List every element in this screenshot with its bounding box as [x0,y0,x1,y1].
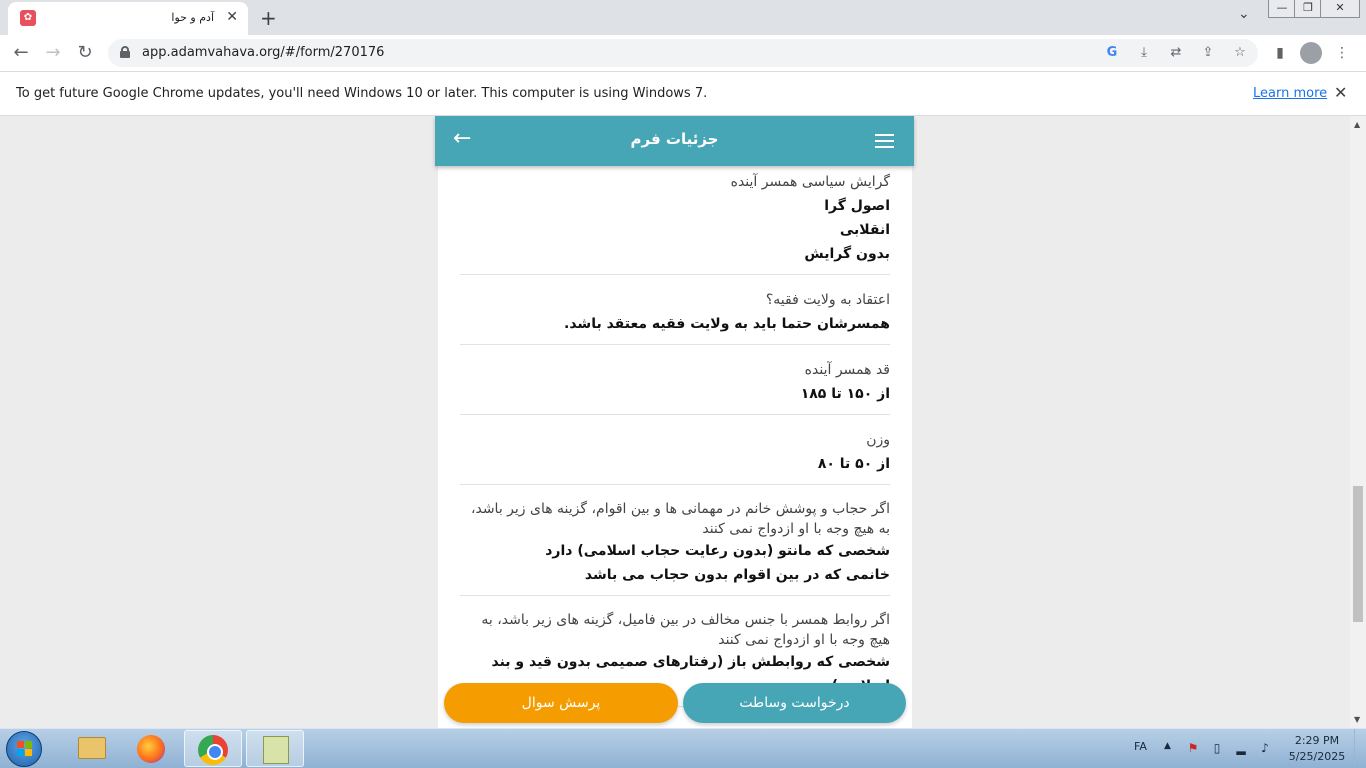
field-label: قد همسر آینده [804,362,890,378]
scroll-down-icon[interactable]: ▼ [1354,715,1360,724]
bookmark-star-icon[interactable]: ☆ [1230,43,1250,63]
windows-taskbar: FA ▲ ⚑ ▯ ▂ ♪ 2:29 PM 5/25/2025 [0,728,1366,768]
browser-tab[interactable]: ✿ آدم و حوا ✕ [8,2,248,35]
language-indicator[interactable]: FA [1134,740,1147,753]
field-value: همسرشان حتما باید به ولایت فقیه معتقد با… [564,316,890,332]
taskbar-explorer[interactable] [62,730,120,767]
reload-icon[interactable]: ↻ [72,40,98,66]
system-clock[interactable]: 2:29 PM 5/25/2025 [1284,733,1350,765]
browser-toolbar: ← → ↻ app.adamvahava.org/#/form/270176 G… [0,35,1366,71]
minimize-button[interactable]: — [1268,0,1296,18]
field-value: انقلابی [839,222,890,238]
field-label: وزن [866,432,890,448]
field-hijab: اگر حجاب و پوشش خانم در مهمانی ها و بین … [460,499,890,596]
field-label: اگر حجاب و پوشش خانم در مهمانی ها و بین … [470,501,890,537]
side-panel-icon[interactable]: ▮ [1268,41,1292,65]
clock-time: 2:29 PM [1294,734,1340,747]
address-bar[interactable]: app.adamvahava.org/#/form/270176 G ⤓ ⇄ ⇪… [108,39,1258,67]
field-height: قد همسر آینده از ۱۵۰ تا ۱۸۵ [460,359,890,415]
field-value: اصول گرا [824,198,890,214]
device-icon[interactable]: ▯ [1210,741,1224,755]
field-label: گرایش سیاسی همسر آینده [730,174,890,190]
google-lens-icon[interactable]: G [1102,43,1122,63]
field-label: اعتقاد به ولایت فقیه؟ [765,292,890,308]
tab-close-icon[interactable]: ✕ [226,9,238,25]
network-signal-icon[interactable]: ▂ [1234,741,1248,755]
hamburger-menu-icon[interactable] [875,134,894,148]
profile-avatar[interactable] [1300,42,1322,64]
learn-more-link[interactable]: Learn more [1253,86,1327,101]
field-value: از ۵۰ تا ۸۰ [817,456,890,472]
field-velayat-belief: اعتقاد به ولایت فقیه؟ همسرشان حتما باید … [460,289,890,345]
chrome-icon [198,735,228,765]
notepad-icon [263,736,289,764]
install-app-icon[interactable]: ⤓ [1134,43,1154,63]
start-button[interactable] [6,731,42,767]
field-value: خانمی که در بین اقوام بدون حجاب می باشد [584,567,890,583]
scroll-up-icon[interactable]: ▲ [1354,120,1360,129]
lock-icon[interactable] [120,46,130,58]
window-close-button[interactable]: ✕ [1320,0,1360,18]
field-political-orientation: گرایش سیاسی همسر آینده اصول گرا انقلابی … [460,171,890,275]
infobar-close-icon[interactable]: ✕ [1334,83,1347,102]
folder-icon [78,737,106,759]
url-text[interactable]: app.adamvahava.org/#/form/270176 [142,45,384,60]
taskbar-notes[interactable] [246,730,304,767]
taskbar-firefox[interactable] [122,730,180,767]
field-weight: وزن از ۵۰ تا ۸۰ [460,429,890,485]
forward-icon[interactable]: → [40,40,66,66]
windows-logo-icon [17,741,33,757]
update-infobar: To get future Google Chrome updates, you… [0,71,1366,116]
new-tab-button[interactable]: + [260,6,277,30]
translate-icon[interactable]: ⇄ [1166,43,1186,63]
back-icon[interactable]: ← [8,40,34,66]
tab-title: آدم و حوا [171,11,214,24]
field-value: بدون گرایش [804,246,890,262]
restore-button[interactable]: ❐ [1294,0,1322,18]
field-label: اگر روابط همسر با جنس مخالف در بین فامیل… [481,612,890,648]
ask-question-button[interactable]: پرسش سوال [444,683,678,723]
mediation-request-button[interactable]: درخواست وساطت [683,683,906,723]
browser-menu-icon[interactable]: ⋮ [1330,41,1354,65]
field-value: شخصی که مانتو (بدون رعایت حجاب اسلامی) د… [545,543,890,559]
tab-search-chevron-icon[interactable]: ⌄ [1238,6,1250,22]
browser-titlebar: ✿ آدم و حوا ✕ + ⌄ — ❐ ✕ [0,0,1366,35]
page-viewport: ← جزئیات فرم گرایش سیاسی همسر آینده اصول… [0,116,1350,728]
site-favicon-icon: ✿ [20,10,36,26]
clock-date: 5/25/2025 [1288,750,1346,763]
page-scrollbar[interactable]: ▲ ▼ [1350,116,1366,728]
action-center-icon[interactable]: ⚑ [1186,741,1200,755]
taskbar-chrome[interactable] [184,730,242,767]
firefox-icon [137,735,165,763]
share-icon[interactable]: ⇪ [1198,43,1218,63]
page-title: جزئیات فرم [630,130,719,148]
field-value: از ۱۵۰ تا ۱۸۵ [800,386,890,402]
tray-expand-icon[interactable]: ▲ [1164,741,1171,751]
show-desktop-button[interactable] [1354,729,1366,768]
infobar-message: To get future Google Chrome updates, you… [16,86,708,101]
volume-icon[interactable]: ♪ [1258,741,1272,755]
scroll-thumb[interactable] [1353,486,1363,622]
form-details: گرایش سیاسی همسر آینده اصول گرا انقلابی … [460,171,890,721]
app-header: ← جزئیات فرم [435,116,914,166]
